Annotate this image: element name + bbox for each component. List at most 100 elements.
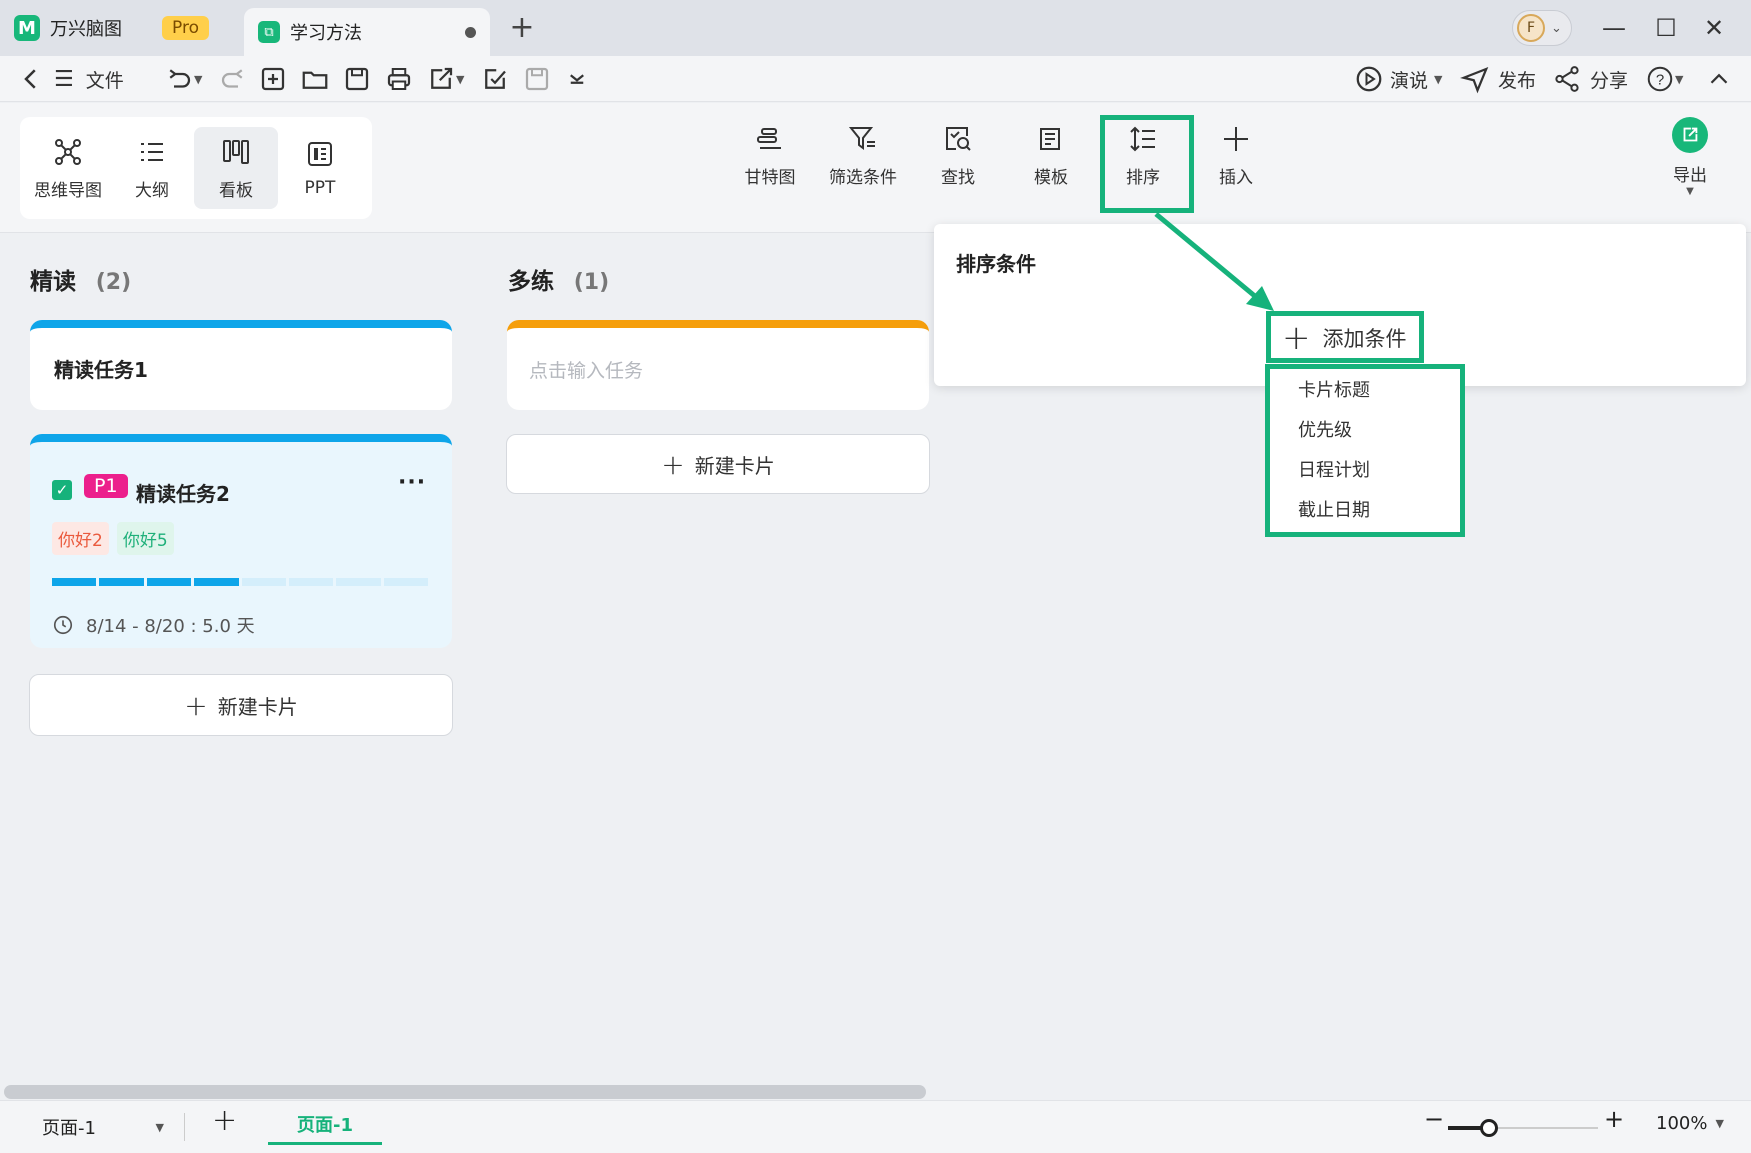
print-icon[interactable] bbox=[384, 56, 414, 102]
send-icon bbox=[1460, 66, 1489, 94]
present-button[interactable]: 演说 ▼ bbox=[1354, 56, 1442, 102]
find-button[interactable]: 查找 bbox=[915, 123, 1001, 188]
publish-button[interactable]: 发布 bbox=[1460, 56, 1536, 102]
zoom-out-icon[interactable]: − bbox=[1424, 1105, 1444, 1133]
new-tab-plus-icon[interactable]: + bbox=[504, 10, 540, 46]
progress-segment bbox=[241, 578, 286, 586]
export-button[interactable]: 导出 ▼ bbox=[1647, 117, 1733, 197]
collapse-toolbar-icon[interactable] bbox=[1704, 56, 1734, 102]
more-chevron-icon[interactable] bbox=[562, 56, 592, 102]
save-as-icon[interactable] bbox=[522, 56, 552, 102]
progress-segment bbox=[146, 578, 192, 586]
zoom-level: 100% bbox=[1656, 1113, 1708, 1134]
tag[interactable]: 你好5 bbox=[116, 522, 174, 555]
share-button[interactable]: 分享 bbox=[1552, 56, 1628, 102]
new-card-button[interactable]: + 新建卡片 bbox=[506, 434, 930, 494]
view-outline[interactable]: 大纲 bbox=[110, 127, 194, 209]
help-icon[interactable]: ? ▼ bbox=[1645, 56, 1683, 102]
kanban-card[interactable]: 点击输入任务 bbox=[507, 320, 929, 410]
progress-segment bbox=[194, 578, 239, 586]
column-count: (2) bbox=[95, 270, 132, 295]
page-tab-active[interactable]: 页面-1 bbox=[268, 1105, 382, 1145]
find-icon bbox=[946, 127, 971, 151]
play-icon bbox=[1356, 66, 1382, 92]
app-logo-icon: M bbox=[14, 15, 40, 41]
find-label: 查找 bbox=[941, 168, 975, 188]
page-select[interactable]: 页面-1 ▼ bbox=[28, 1109, 178, 1145]
tag-list: 你好2 你好5 bbox=[52, 522, 174, 555]
add-page-icon[interactable]: + bbox=[212, 1103, 237, 1138]
sort-options-highlight bbox=[1265, 364, 1465, 537]
template-button[interactable]: 模板 bbox=[1008, 123, 1094, 188]
pro-badge[interactable]: Pro bbox=[162, 16, 209, 40]
export-dropdown-icon[interactable]: ▼ bbox=[1686, 186, 1694, 197]
share-icon bbox=[1555, 66, 1579, 92]
horizontal-scrollbar[interactable] bbox=[4, 1085, 926, 1099]
undo-icon[interactable]: ▼ bbox=[164, 56, 202, 102]
priority-badge[interactable]: P1 bbox=[84, 474, 128, 498]
insert-button[interactable]: 插入 bbox=[1193, 123, 1279, 188]
view-ppt-label: PPT bbox=[304, 178, 336, 198]
new-card-button[interactable]: + 新建卡片 bbox=[29, 674, 453, 736]
plus-icon: + bbox=[661, 447, 685, 481]
filter-label: 筛选条件 bbox=[829, 168, 897, 188]
more-options-icon[interactable]: ··· bbox=[398, 470, 426, 495]
minimize-icon[interactable]: — bbox=[1594, 8, 1634, 48]
document-tab[interactable]: ⧉ 学习方法 bbox=[244, 8, 490, 56]
zoom-in-icon[interactable]: + bbox=[1604, 1105, 1624, 1133]
view-switcher: 思维导图 大纲 看板 PPT bbox=[20, 117, 372, 219]
column-count: (1) bbox=[573, 270, 610, 295]
divider bbox=[184, 1113, 185, 1141]
avatar: F bbox=[1517, 14, 1545, 42]
task-checkbox[interactable]: ✓ bbox=[52, 480, 72, 500]
unsaved-dot-icon[interactable] bbox=[465, 26, 476, 38]
maximize-icon[interactable]: ☐ bbox=[1646, 8, 1686, 48]
chevron-down-icon: ▼ bbox=[1715, 1117, 1724, 1130]
view-mindmap-label: 思维导图 bbox=[34, 180, 102, 201]
kanban-icon bbox=[223, 139, 249, 164]
zoom-level-select[interactable]: 100% ▼ bbox=[1656, 1113, 1724, 1134]
title-bar: M 万兴脑图 Pro ⧉ 学习方法 + F ⌄ — ☐ ✕ bbox=[0, 0, 1751, 56]
open-folder-icon[interactable] bbox=[300, 56, 330, 102]
add-condition-highlight bbox=[1266, 311, 1424, 363]
app-home-tab[interactable]: M 万兴脑图 Pro bbox=[14, 8, 209, 48]
publish-label: 发布 bbox=[1498, 69, 1537, 92]
column-header: 多练 (1) bbox=[508, 262, 609, 296]
redo-icon[interactable] bbox=[218, 56, 248, 102]
view-mindmap[interactable]: 思维导图 bbox=[26, 127, 110, 209]
save-icon[interactable] bbox=[342, 56, 372, 102]
sort-panel-title: 排序条件 bbox=[956, 252, 1036, 276]
export-label: 导出 bbox=[1673, 166, 1707, 186]
new-card-label: 新建卡片 bbox=[694, 453, 775, 478]
user-avatar-menu[interactable]: F ⌄ bbox=[1512, 10, 1572, 46]
task-input-placeholder[interactable]: 点击输入任务 bbox=[529, 356, 643, 383]
menu-bar: ☰ 文件 ▼ ▼ 演说 ▼ 发布 分享 ? ▼ bbox=[0, 56, 1751, 102]
zoom-slider-track[interactable] bbox=[1448, 1119, 1598, 1137]
back-icon[interactable] bbox=[16, 56, 46, 102]
kanban-card-detailed[interactable]: ✓ P1 精读任务2 ··· 你好2 你好5 8/14 - 8/20 : 5.0… bbox=[30, 434, 452, 648]
view-kanban-label: 看板 bbox=[219, 180, 253, 201]
present-label: 演说 bbox=[1390, 69, 1429, 92]
view-kanban[interactable]: 看板 bbox=[194, 127, 278, 209]
column-title: 多练 bbox=[508, 269, 554, 295]
filter-button[interactable]: 筛选条件 bbox=[820, 123, 906, 188]
view-outline-label: 大纲 bbox=[135, 180, 169, 201]
plus-icon bbox=[1224, 127, 1248, 151]
close-icon[interactable]: ✕ bbox=[1694, 8, 1734, 48]
view-ppt[interactable]: PPT bbox=[278, 127, 362, 209]
gantt-label: 甘特图 bbox=[744, 168, 796, 188]
insert-label: 插入 bbox=[1219, 168, 1253, 188]
export-file-icon[interactable]: ▼ bbox=[426, 56, 464, 102]
zoom-slider-handle[interactable] bbox=[1480, 1119, 1498, 1137]
new-file-icon[interactable] bbox=[258, 56, 288, 102]
column-title: 精读 bbox=[30, 269, 76, 295]
file-menu[interactable]: ☰ 文件 bbox=[54, 56, 124, 102]
card-title: 精读任务2 bbox=[136, 482, 230, 506]
gantt-button[interactable]: 甘特图 bbox=[727, 123, 813, 188]
ppt-icon bbox=[308, 142, 332, 166]
tag[interactable]: 你好2 bbox=[52, 522, 109, 555]
schedule-date: 8/14 - 8/20 : 5.0 天 bbox=[86, 616, 255, 637]
kanban-card[interactable]: 精读任务1 bbox=[30, 320, 452, 410]
check-edit-icon[interactable] bbox=[480, 56, 510, 102]
schedule-row: 8/14 - 8/20 : 5.0 天 bbox=[52, 612, 255, 638]
